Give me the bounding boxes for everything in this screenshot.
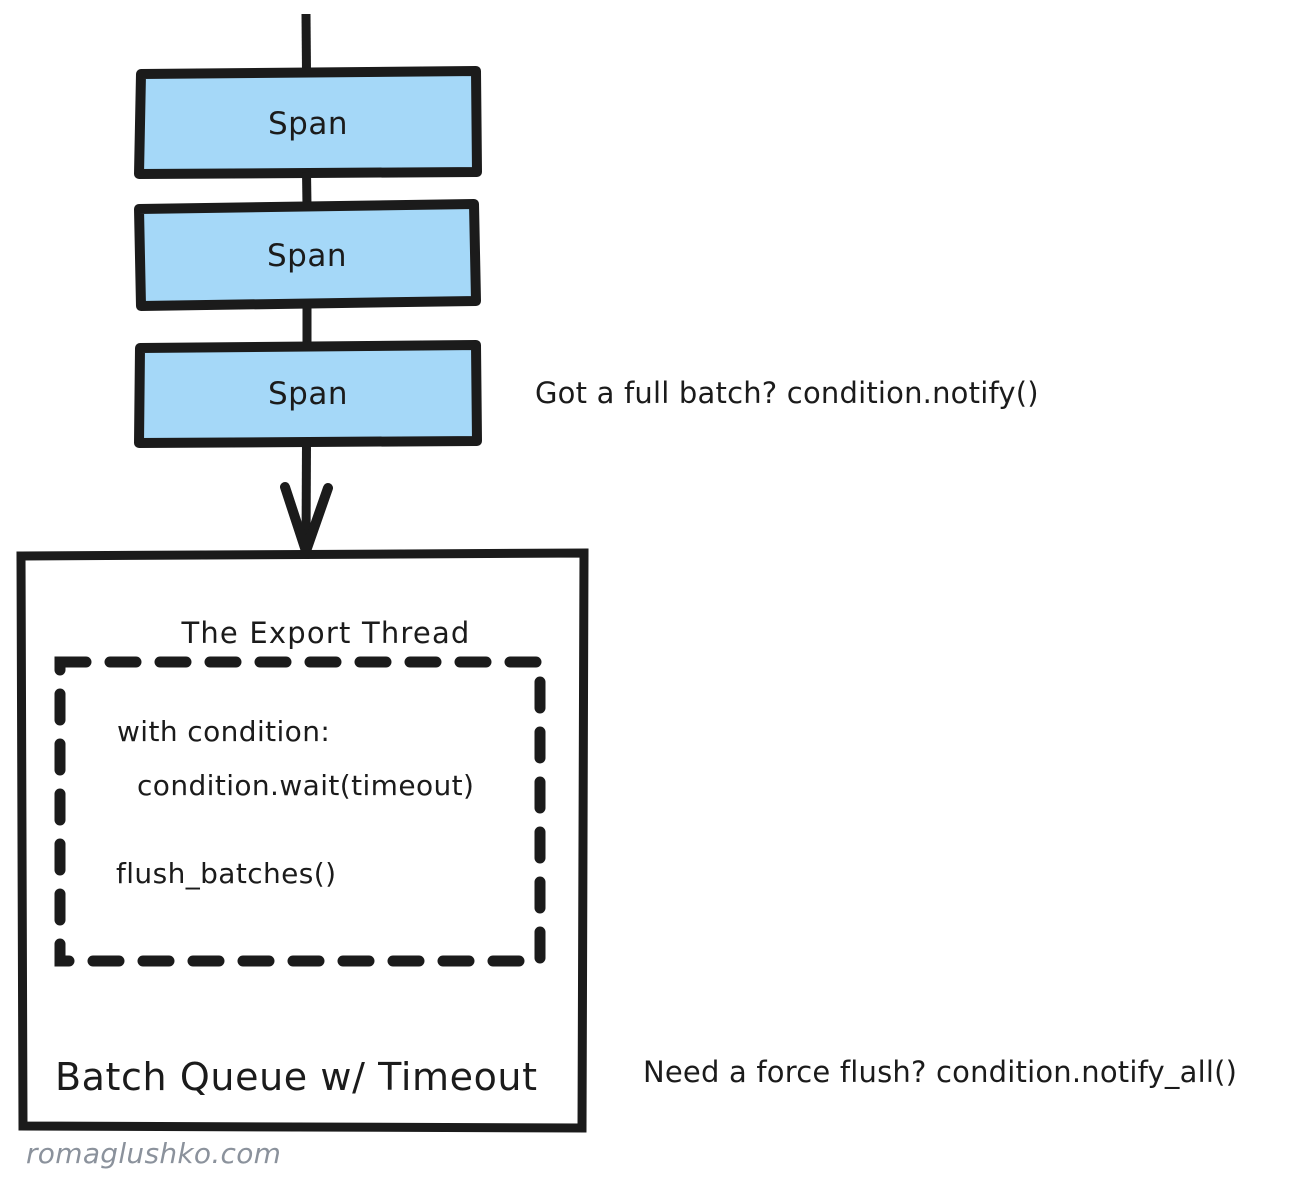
diagram-canvas: Span Span Span Got a full batch? conditi… <box>0 0 1305 1191</box>
inbound-line <box>301 13 311 73</box>
span-label-2: Span <box>267 238 347 274</box>
code-line-condition-wait: condition.wait(timeout) <box>137 769 475 802</box>
watermark: romaglushko.com <box>26 1137 282 1170</box>
span-label-3: Span <box>268 376 348 412</box>
queue-caption: Batch Queue w/ Timeout <box>55 1055 538 1099</box>
code-line-flush-batches: flush_batches() <box>116 857 337 890</box>
connector-1-2 <box>302 171 312 207</box>
export-thread-title: The Export Thread <box>181 616 471 650</box>
annotation-force-flush: Need a force flush? condition.notify_all… <box>643 1055 1238 1089</box>
code-line-with-condition: with condition: <box>117 715 331 748</box>
diagram-strokes <box>16 13 589 1133</box>
span-label-1: Span <box>268 106 348 142</box>
annotation-full-batch: Got a full batch? condition.notify() <box>535 376 1039 410</box>
